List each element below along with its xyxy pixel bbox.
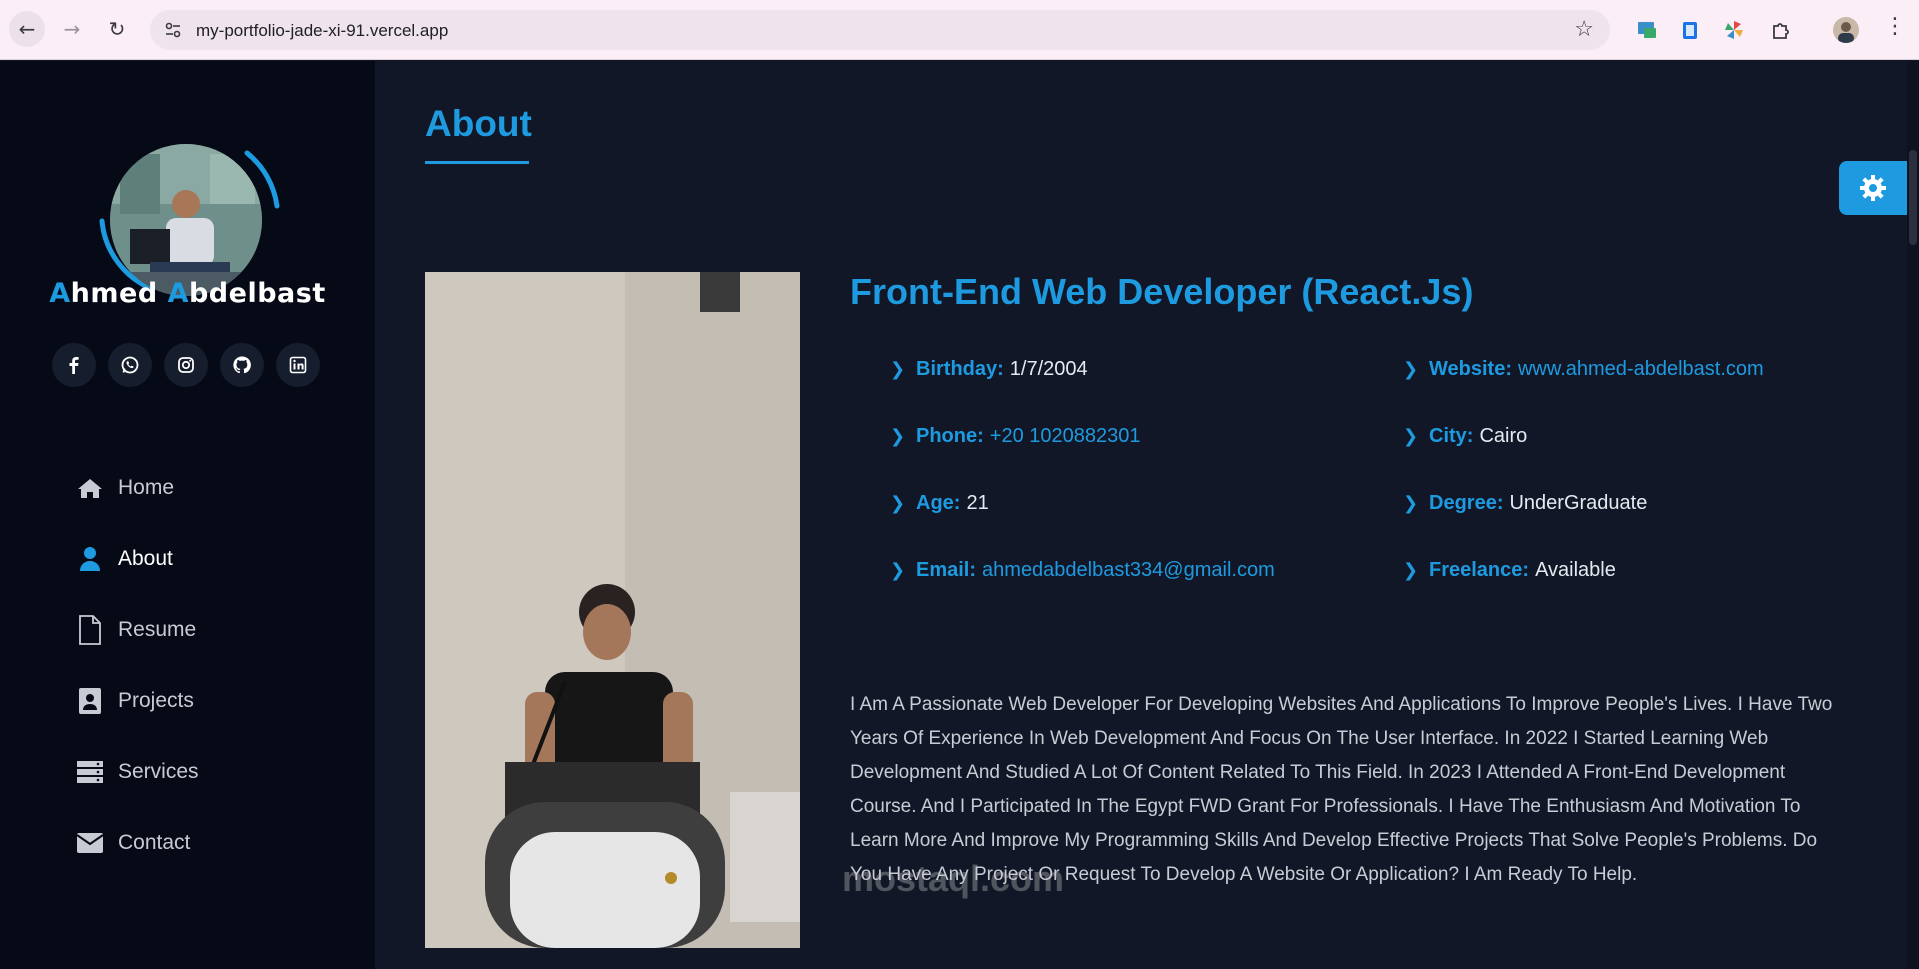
info-label: Email:	[916, 559, 977, 581]
name-last-initial: A	[167, 278, 189, 309]
website-link[interactable]: www.ahmed-abdelbast.com	[1518, 358, 1764, 381]
info-item-phone: ❯ Phone: +20 1020882301	[890, 425, 1141, 448]
chevron-right-icon: ❯	[890, 359, 906, 380]
info-item-age: ❯ Age: 21	[890, 492, 989, 515]
github-icon[interactable]	[220, 343, 264, 387]
envelope-icon	[76, 829, 104, 857]
sidebar-item-contact[interactable]: Contact	[76, 807, 199, 878]
chevron-right-icon: ❯	[1403, 560, 1419, 581]
info-label: City:	[1429, 425, 1474, 447]
color-pinwheel-extension-icon[interactable]	[1721, 17, 1747, 43]
sidebar-item-label: Services	[118, 759, 199, 783]
linkedin-icon[interactable]	[276, 343, 320, 387]
clipboard-extension-icon[interactable]	[1677, 17, 1703, 43]
theme-settings-button[interactable]	[1839, 161, 1907, 215]
name-last-rest: bdelbast	[188, 278, 326, 309]
gear-icon	[1860, 175, 1886, 201]
bookmark-star-icon[interactable]: ☆	[1574, 17, 1594, 42]
profile-avatar[interactable]	[1833, 17, 1859, 43]
chevron-right-icon: ❯	[1403, 359, 1419, 380]
name-first-initial: A	[49, 278, 71, 309]
instagram-icon[interactable]	[164, 343, 208, 387]
scrollbar-thumb[interactable]	[1909, 150, 1917, 245]
info-item-city: ❯ City: Cairo	[1403, 425, 1527, 448]
sidebar-item-label: About	[118, 546, 173, 570]
sidebar-menu: Home About Resume Projects Services Cont…	[76, 452, 199, 878]
portfolio-icon	[76, 687, 104, 715]
sidebar-item-about[interactable]: About	[76, 523, 199, 594]
url-text[interactable]: my-portfolio-jade-xi-91.vercel.app	[196, 21, 448, 41]
puzzle-extensions-icon[interactable]	[1768, 17, 1794, 43]
info-label: Degree:	[1429, 492, 1504, 514]
info-label: Website:	[1429, 358, 1512, 380]
watermark: mostaql.com	[842, 858, 1065, 899]
sidebar-item-label: Resume	[118, 617, 197, 641]
info-item-degree: ❯ Degree: UnderGraduate	[1403, 492, 1647, 515]
info-value: 21	[966, 492, 989, 514]
chevron-right-icon: ❯	[1403, 493, 1419, 514]
info-value: UnderGraduate	[1509, 492, 1648, 514]
facebook-icon[interactable]	[52, 343, 96, 387]
sidebar-item-label: Home	[118, 475, 175, 499]
browser-menu-icon[interactable]: ⋮	[1884, 14, 1906, 39]
chevron-right-icon: ❯	[890, 560, 906, 581]
avatar-container	[92, 101, 286, 296]
section-title-underline	[425, 161, 529, 164]
profile-photo	[425, 272, 800, 948]
chevron-right-icon: ❯	[890, 493, 906, 514]
info-value: 1/7/2004	[1009, 358, 1088, 380]
chevron-right-icon: ❯	[890, 426, 906, 447]
server-icon	[76, 758, 104, 786]
home-icon	[76, 474, 104, 502]
info-item-website: ❯ Website: www.ahmed-abdelbast.com	[1403, 358, 1764, 381]
forward-button[interactable]: →	[54, 11, 90, 47]
job-title: Front-End Web Developer (React.Js)	[850, 271, 1474, 312]
info-value: Cairo	[1479, 425, 1528, 447]
sidebar-item-label: Contact	[118, 830, 191, 854]
info-item-birthday: ❯ Birthday: 1/7/2004	[890, 358, 1088, 381]
info-label: Phone:	[916, 425, 984, 447]
info-item-email: ❯ Email: ahmedabdelbast334@gmail.com	[890, 559, 1275, 582]
about-section: About Front-End Web Developer (React.Js)…	[375, 61, 1919, 969]
info-item-freelance: ❯ Freelance: Available	[1403, 559, 1616, 582]
phone-link[interactable]: +20 1020882301	[990, 425, 1141, 448]
chevron-right-icon: ❯	[1403, 426, 1419, 447]
avatar	[110, 144, 262, 296]
user-icon	[76, 545, 104, 573]
sidebar-item-resume[interactable]: Resume	[76, 594, 199, 665]
monitor-extension-icon[interactable]	[1634, 17, 1660, 43]
sidebar-item-home[interactable]: Home	[76, 452, 199, 523]
section-title: About	[425, 103, 532, 144]
address-bar[interactable]: my-portfolio-jade-xi-91.vercel.app ☆	[150, 10, 1610, 50]
reload-button[interactable]: ↻	[99, 11, 135, 47]
sidebar: Ahmed Abdelbast Home About Resume Projec…	[0, 61, 375, 969]
sidebar-item-services[interactable]: Services	[76, 736, 199, 807]
email-link[interactable]: ahmedabdelbast334@gmail.com	[982, 559, 1275, 582]
info-label: Freelance:	[1429, 559, 1530, 581]
site-settings-icon[interactable]	[164, 21, 182, 39]
name-first-rest: hmed	[70, 278, 158, 309]
owner-name: Ahmed Abdelbast	[0, 278, 375, 309]
browser-toolbar: ← → ↻ my-portfolio-jade-xi-91.vercel.app…	[0, 0, 1919, 60]
info-label: Birthday:	[916, 358, 1004, 380]
file-icon	[76, 614, 104, 645]
social-links	[52, 343, 320, 387]
info-value: Available	[1535, 559, 1616, 581]
back-button[interactable]: ←	[9, 11, 45, 47]
whatsapp-icon[interactable]	[108, 343, 152, 387]
sidebar-item-label: Projects	[118, 688, 194, 712]
info-label: Age:	[916, 492, 961, 514]
sidebar-item-projects[interactable]: Projects	[76, 665, 199, 736]
